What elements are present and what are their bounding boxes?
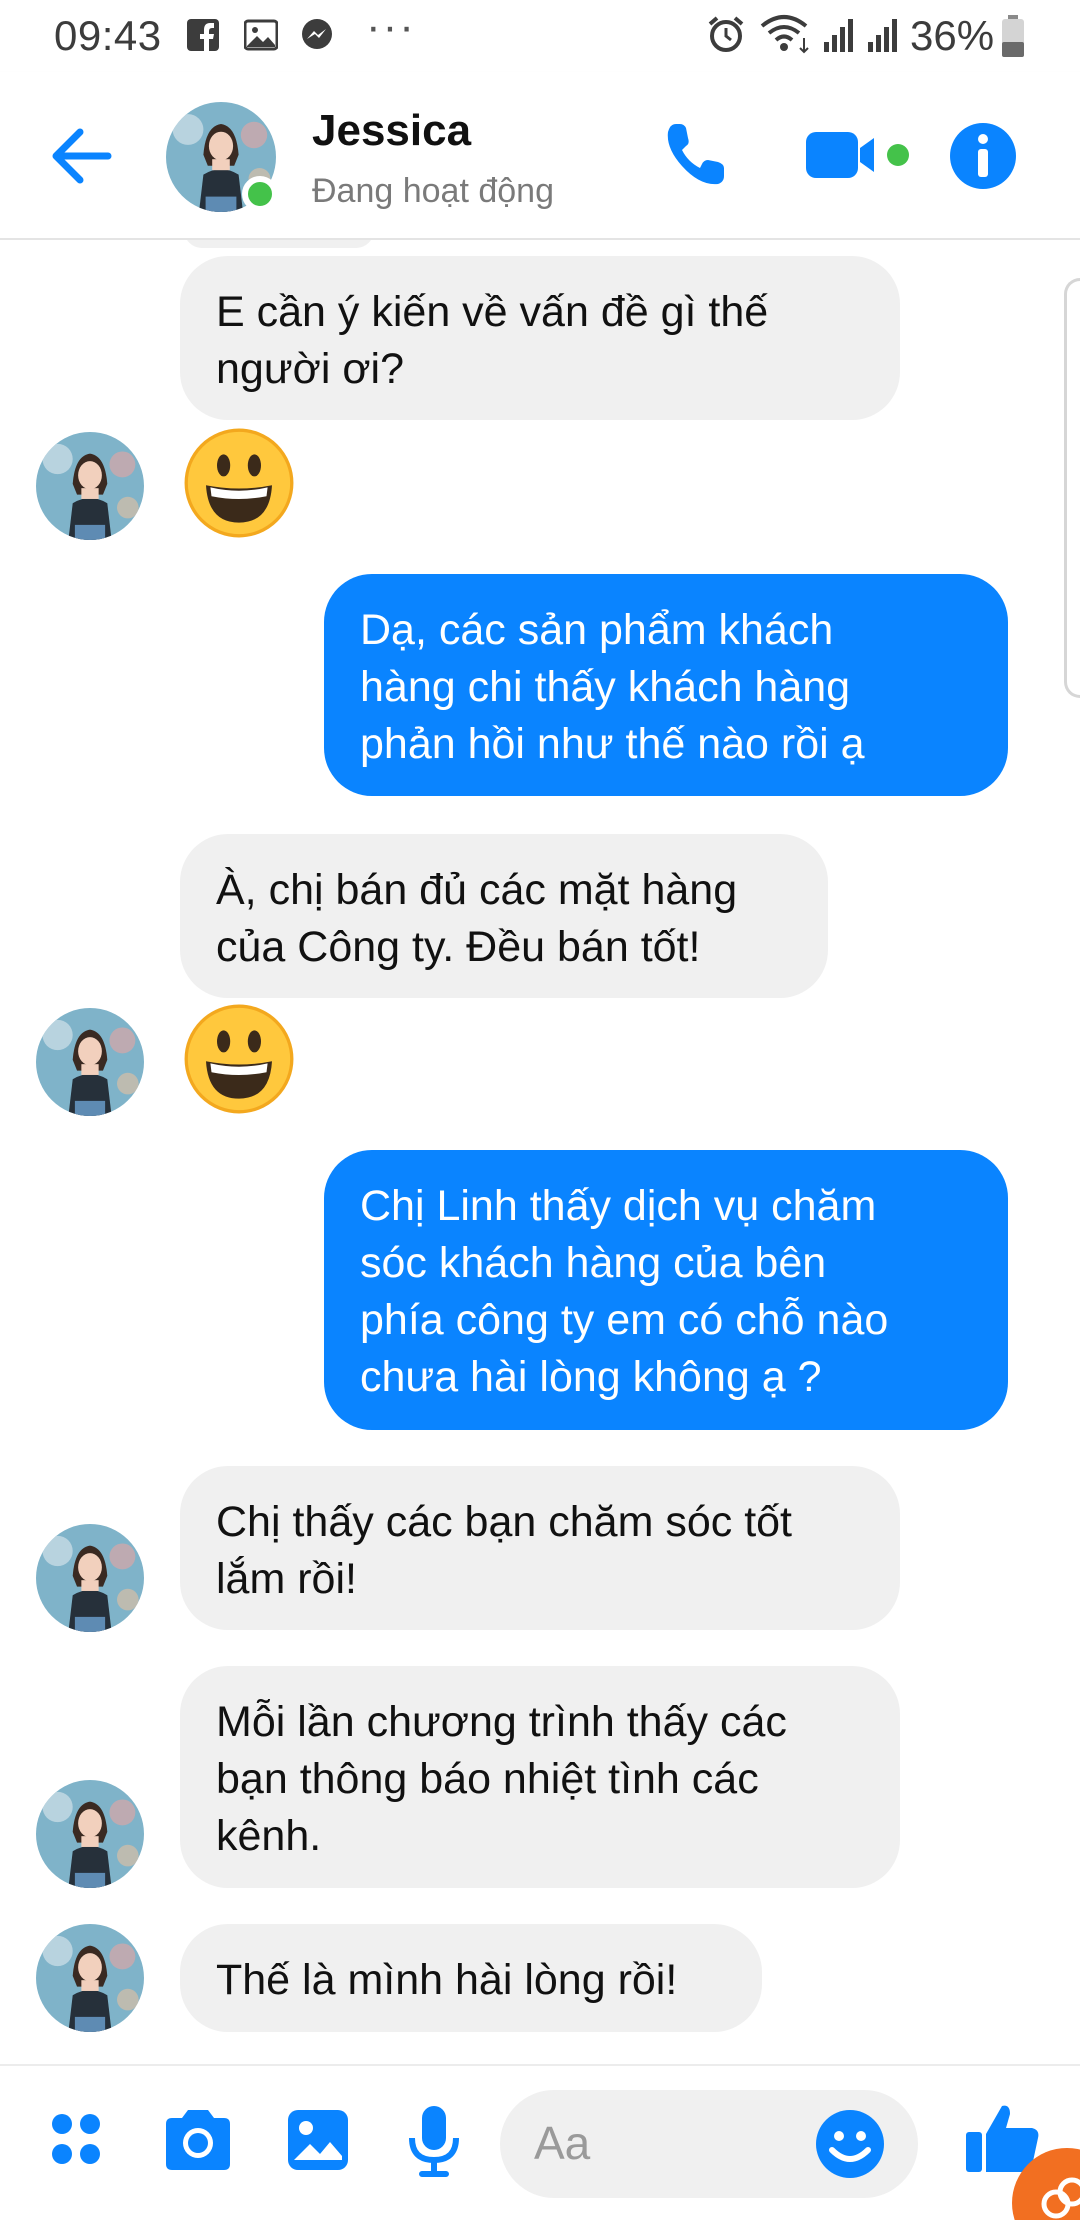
video-call-icon[interactable] [802, 118, 912, 194]
contact-avatar-small[interactable] [36, 1780, 144, 1888]
incoming-message[interactable]: Mỗi lần chương trình thấy các bạn thông … [180, 1666, 900, 1888]
microphone-icon[interactable] [404, 2102, 464, 2178]
gallery-notification-icon [244, 19, 278, 51]
facebook-notification-icon [187, 19, 219, 52]
incoming-message[interactable]: E cần ý kiến về vấn đề gì thế người ơi? [180, 256, 900, 420]
conversation-header: Jessica Đang hoạt động [0, 72, 1080, 240]
signal-1-icon [824, 19, 853, 52]
signal-2-icon [868, 19, 897, 52]
message-input-placeholder: Aa [534, 2117, 591, 2169]
emoji-icon[interactable] [812, 2106, 888, 2182]
incoming-message[interactable]: Chị thấy các bạn chăm sóc tốt lắm rồi! [180, 1466, 900, 1630]
previous-message-edge [184, 240, 374, 248]
contact-name[interactable]: Jessica [312, 106, 471, 156]
alarm-icon [708, 16, 744, 52]
camera-icon[interactable] [160, 2102, 236, 2178]
contact-avatar-small[interactable] [36, 1924, 144, 2032]
incoming-message[interactable]: À, chị bán đủ các mặt hàng của Công ty. … [180, 834, 828, 998]
contact-avatar-small[interactable] [36, 1008, 144, 1116]
grinning-face-emoji[interactable] [184, 428, 294, 538]
more-apps-icon[interactable] [44, 2102, 116, 2178]
message-input[interactable]: Aa [500, 2090, 918, 2198]
back-arrow-icon[interactable] [44, 118, 120, 194]
gallery-icon[interactable] [282, 2102, 354, 2178]
online-indicator [242, 176, 278, 212]
info-icon[interactable] [948, 118, 1018, 194]
status-bar: 09:43 ··· 36% [0, 0, 1080, 72]
voice-call-icon[interactable] [660, 118, 730, 194]
contact-avatar-small[interactable] [36, 432, 144, 540]
message-list[interactable]: E cần ý kiến về vấn đề gì thế người ơi? … [0, 240, 1080, 2064]
wifi-icon [760, 15, 809, 54]
outgoing-message[interactable]: Dạ, các sản phẩm khách hàng chi thấy khá… [324, 574, 1008, 796]
messenger-notification-icon [302, 19, 332, 49]
outgoing-message[interactable]: Chị Linh thấy dịch vụ chăm sóc khách hàn… [324, 1150, 1008, 1430]
battery-icon [1002, 15, 1024, 57]
contact-avatar-small[interactable] [36, 1524, 144, 1632]
side-panel-handle[interactable] [1064, 278, 1080, 698]
grinning-face-emoji[interactable] [184, 1004, 294, 1114]
more-notifications-icon: ··· [366, 2, 416, 51]
link-icon [1041, 2177, 1080, 2219]
battery-percent: 36% [910, 12, 995, 59]
incoming-message[interactable]: Thế là mình hài lòng rồi! [180, 1924, 762, 2032]
clock: 09:43 [54, 12, 162, 59]
message-composer: Aa [0, 2064, 1080, 2220]
active-status: Đang hoạt động [312, 172, 554, 210]
